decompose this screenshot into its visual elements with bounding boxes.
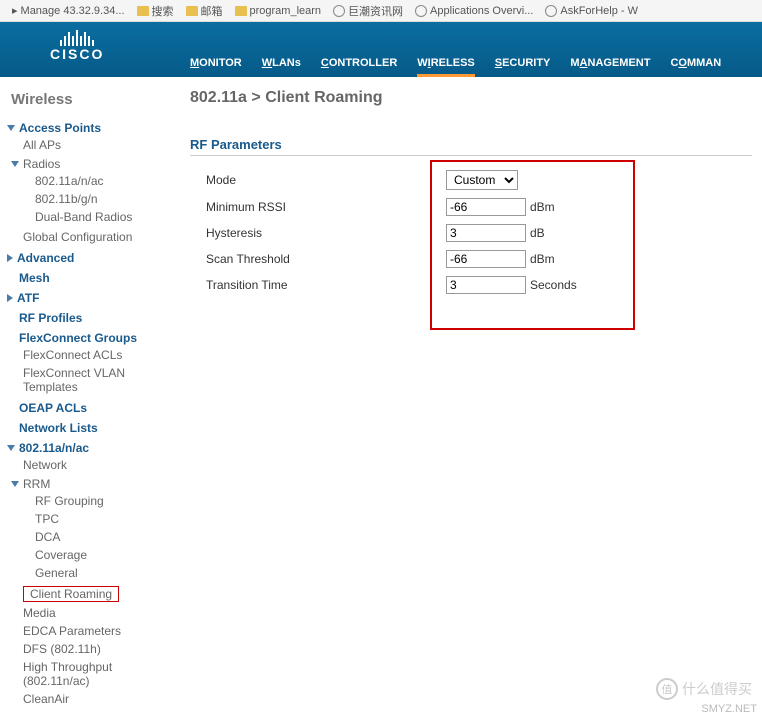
folder-icon bbox=[235, 6, 247, 16]
tree-media[interactable]: Media bbox=[23, 604, 175, 622]
hysteresis-label: Hysteresis bbox=[206, 226, 446, 240]
tree-rrm[interactable]: RRM bbox=[9, 476, 175, 492]
chevron-right-icon bbox=[7, 254, 13, 262]
section-title: RF Parameters bbox=[190, 137, 752, 156]
content: 802.11a > Client Roaming RF Parameters M… bbox=[180, 77, 762, 720]
min-rssi-label: Minimum RSSI bbox=[206, 200, 446, 214]
watermark-zh: 值什么值得买 bbox=[656, 678, 752, 700]
globe-icon bbox=[415, 5, 427, 17]
logo-text: CISCO bbox=[50, 46, 104, 62]
tree-all-aps[interactable]: All APs bbox=[23, 136, 175, 154]
transition-time-label: Transition Time bbox=[206, 278, 446, 292]
tree-advanced[interactable]: Advanced bbox=[5, 250, 175, 266]
cisco-logo: CISCO bbox=[50, 30, 104, 62]
tree-network[interactable]: Network bbox=[23, 456, 175, 474]
mode-select[interactable]: Custom bbox=[446, 170, 518, 190]
main-nav: MONITOR WLANs CONTROLLER WIRELESS SECURI… bbox=[190, 57, 721, 77]
scan-threshold-unit: dBm bbox=[530, 252, 555, 266]
nav-wlans[interactable]: WLANs bbox=[262, 57, 301, 69]
chevron-down-icon bbox=[7, 125, 15, 131]
nav-controller[interactable]: CONTROLLER bbox=[321, 57, 397, 69]
chevron-down-icon bbox=[7, 445, 15, 451]
header: CISCO MONITOR WLANs CONTROLLER WIRELESS … bbox=[0, 22, 762, 77]
tree-rf-grouping[interactable]: RF Grouping bbox=[35, 492, 175, 510]
tree-global-config[interactable]: Global Configuration bbox=[23, 228, 175, 246]
tree-mesh[interactable]: Mesh bbox=[5, 270, 175, 286]
tree-flexconnect[interactable]: FlexConnect Groups bbox=[5, 330, 175, 346]
tree-flex-acls[interactable]: FlexConnect ACLs bbox=[23, 346, 175, 364]
bookmark-item[interactable]: 搜索 bbox=[133, 3, 178, 19]
tree-oeap[interactable]: OEAP ACLs bbox=[5, 400, 175, 416]
tree-80211a[interactable]: 802.11a/n/ac bbox=[5, 440, 175, 456]
tree-radio-a[interactable]: 802.11a/n/ac bbox=[35, 172, 175, 190]
breadcrumb: 802.11a > Client Roaming bbox=[190, 89, 752, 107]
tree-atf[interactable]: ATF bbox=[5, 290, 175, 306]
mode-label: Mode bbox=[206, 173, 446, 187]
tree-access-points[interactable]: Access Points bbox=[5, 120, 175, 136]
bookmark-item[interactable]: 巨潮资讯网 bbox=[329, 3, 407, 19]
nav-monitor[interactable]: MONITOR bbox=[190, 57, 242, 69]
watermark: SMYZ.NET bbox=[701, 703, 757, 715]
bookmark-item[interactable]: Applications Overvi... bbox=[411, 5, 537, 17]
chevron-down-icon bbox=[11, 481, 19, 487]
tree-flex-vlan[interactable]: FlexConnect VLAN Templates bbox=[23, 364, 175, 396]
bookmark-item[interactable]: AskForHelp - W bbox=[541, 5, 642, 17]
bookmarks-bar: ▸ Manage 43.32.9.34... 搜索 邮箱 program_lea… bbox=[0, 0, 762, 22]
tree-rf-profiles[interactable]: RF Profiles bbox=[5, 310, 175, 326]
bookmark-item[interactable]: program_learn bbox=[231, 5, 326, 17]
folder-icon bbox=[137, 6, 149, 16]
transition-time-input[interactable] bbox=[446, 276, 526, 294]
sidebar: Wireless Access Points All APs Radios 80… bbox=[0, 77, 180, 720]
min-rssi-input[interactable] bbox=[446, 198, 526, 216]
tree-general[interactable]: General bbox=[35, 564, 175, 582]
tree-high-throughput[interactable]: High Throughput (802.11n/ac) bbox=[23, 658, 175, 690]
globe-icon bbox=[545, 5, 557, 17]
tree-edca[interactable]: EDCA Parameters bbox=[23, 622, 175, 640]
tree-dfs[interactable]: DFS (802.11h) bbox=[23, 640, 175, 658]
min-rssi-unit: dBm bbox=[530, 200, 555, 214]
chevron-down-icon bbox=[11, 161, 19, 167]
folder-icon bbox=[186, 6, 198, 16]
rf-parameters-form: Mode Custom Minimum RSSI dBm Hysteresis … bbox=[190, 170, 752, 294]
tree-network-lists[interactable]: Network Lists bbox=[5, 420, 175, 436]
tree-cleanair[interactable]: CleanAir bbox=[23, 690, 175, 708]
tree-radio-dual[interactable]: Dual-Band Radios bbox=[35, 208, 175, 226]
tree-dca[interactable]: DCA bbox=[35, 528, 175, 546]
hysteresis-unit: dB bbox=[530, 226, 545, 240]
chevron-right-icon bbox=[7, 294, 13, 302]
scan-threshold-label: Scan Threshold bbox=[206, 252, 446, 266]
nav-management[interactable]: MANAGEMENT bbox=[570, 57, 650, 69]
tree-client-roaming[interactable]: Client Roaming bbox=[23, 584, 175, 604]
tree-radios[interactable]: Radios bbox=[9, 156, 175, 172]
nav-security[interactable]: SECURITY bbox=[495, 57, 551, 69]
bookmark-item[interactable]: 邮箱 bbox=[182, 3, 227, 19]
transition-time-unit: Seconds bbox=[530, 278, 577, 292]
tree-coverage[interactable]: Coverage bbox=[35, 546, 175, 564]
tree-radio-b[interactable]: 802.11b/g/n bbox=[35, 190, 175, 208]
nav-wireless[interactable]: WIRELESS bbox=[417, 57, 474, 77]
bookmark-item[interactable]: ▸ Manage 43.32.9.34... bbox=[8, 4, 129, 17]
globe-icon bbox=[333, 5, 345, 17]
hysteresis-input[interactable] bbox=[446, 224, 526, 242]
sidebar-title: Wireless bbox=[5, 87, 175, 118]
scan-threshold-input[interactable] bbox=[446, 250, 526, 268]
nav-commands[interactable]: COMMAN bbox=[670, 57, 721, 69]
tree-tpc[interactable]: TPC bbox=[35, 510, 175, 528]
